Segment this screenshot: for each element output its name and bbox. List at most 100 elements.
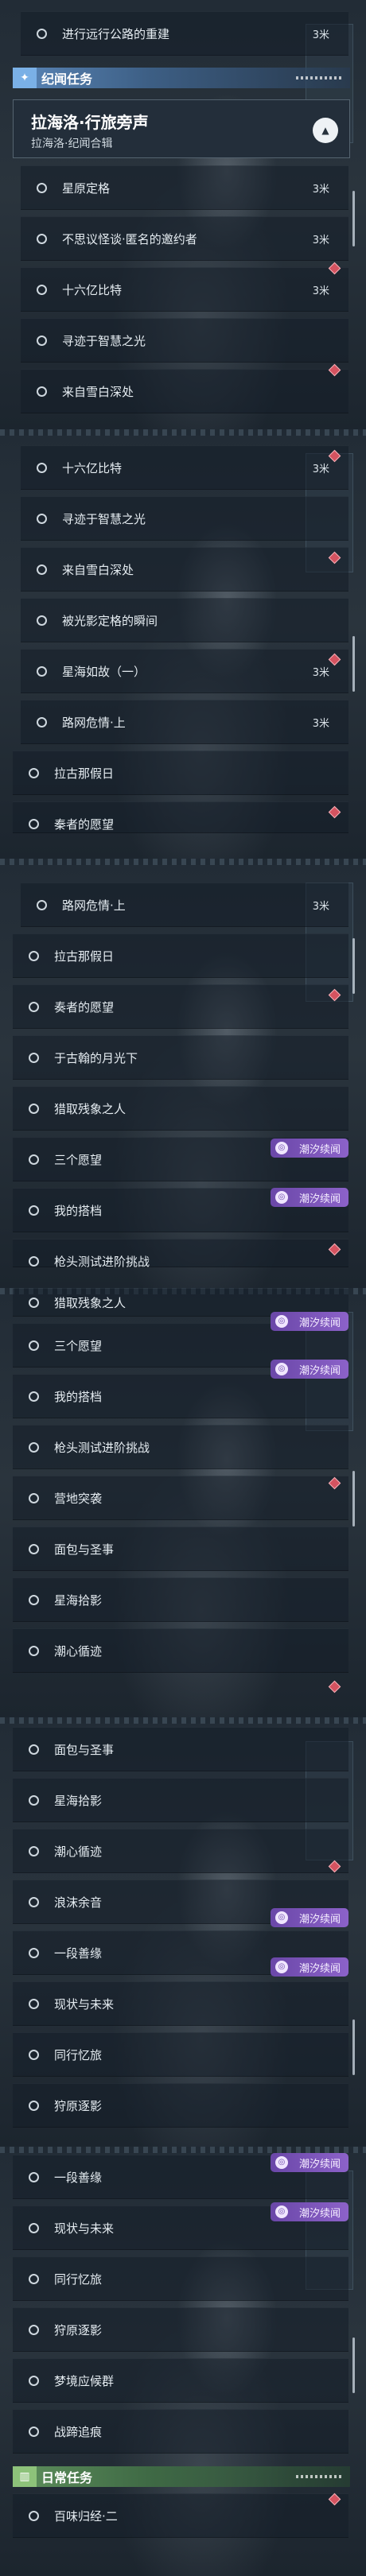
radio-circle-icon: [37, 29, 47, 39]
quest-item[interactable]: 被光影定格的瞬间: [21, 598, 348, 642]
quest-item[interactable]: 百味归经·二: [13, 2493, 348, 2538]
quest-item[interactable]: 潮心循迹: [13, 1628, 348, 1673]
radio-circle-icon: [29, 768, 39, 778]
quest-panel-strip-5: 面包与圣事 星海拾影 潮心循迹 浪沫余音 一段善缘 现状与未来 同行忆旅 狩原逐…: [0, 1717, 366, 2147]
quest-item[interactable]: 星原定格 3米: [21, 165, 348, 210]
quest-item[interactable]: 来自雪白深处: [21, 369, 348, 413]
quest-item[interactable]: 枪头测试进阶挑战: [13, 1239, 348, 1269]
tide-icon: ◎: [275, 2156, 288, 2169]
radio-circle-icon: [29, 1205, 39, 1216]
radio-circle-icon: [37, 463, 47, 473]
radio-circle-icon: [29, 1544, 39, 1554]
quest-item[interactable]: 猎取残象之人: [13, 1086, 348, 1131]
quest-item[interactable]: 梦境应候群: [13, 2358, 348, 2403]
quest-item[interactable]: 来自雪白深处: [21, 547, 348, 592]
scroll-indicator[interactable]: [352, 636, 355, 692]
quest-item[interactable]: 同行忆旅: [13, 2256, 348, 2301]
quest-item[interactable]: 寻迹于智慧之光: [21, 318, 348, 363]
radio-circle-icon: [29, 1391, 39, 1402]
radio-circle-icon: [29, 1897, 39, 1907]
quest-item[interactable]: 同行忆旅: [13, 2032, 348, 2077]
quest-item[interactable]: 星海拾影: [13, 1778, 348, 1822]
radio-circle-icon: [37, 336, 47, 346]
quest-item[interactable]: 狩原逐影: [13, 2307, 348, 2352]
scroll-indicator[interactable]: [352, 2019, 355, 2075]
quest-item[interactable]: 枪头测试进阶挑战: [13, 1425, 348, 1469]
quest-item[interactable]: 十六亿比特 3米: [21, 445, 348, 490]
radio-circle-icon: [29, 1493, 39, 1503]
tide-badge: ◎ 潮汐续闻: [271, 1957, 348, 1977]
radio-circle-icon: [37, 514, 47, 524]
radio-circle-icon: [37, 183, 47, 193]
radio-circle-icon: [29, 2427, 39, 2437]
quest-item[interactable]: 星海拾影: [13, 1577, 348, 1622]
scroll-indicator[interactable]: [352, 191, 355, 246]
tide-icon: ◎: [275, 1363, 288, 1375]
tide-icon: ◎: [275, 2206, 288, 2218]
tide-badge: ◎ 潮汐续闻: [271, 1188, 348, 1207]
radio-circle-icon: [37, 615, 47, 626]
radio-circle-icon: [29, 951, 39, 961]
scroll-indicator[interactable]: [352, 1471, 355, 1527]
quest-item[interactable]: 路网危情·上 3米: [21, 883, 348, 927]
section-header-lore[interactable]: ✦ 纪闻任务: [13, 68, 350, 88]
tide-icon: ◎: [275, 1961, 288, 1973]
quest-item[interactable]: 寻迹于智慧之光: [21, 496, 348, 541]
radio-circle-icon: [29, 2101, 39, 2111]
radio-circle-icon: [29, 1053, 39, 1063]
sparkle-icon: ✦: [13, 68, 37, 88]
quest-item[interactable]: 面包与圣事: [13, 1727, 348, 1771]
quest-item[interactable]: 营地突袭: [13, 1476, 348, 1520]
quest-panel-strip-3: 路网危情·上 3米 拉古那假日 奏者的愿望 于古翰的月光下 猎取残象之人 三个愿…: [0, 859, 366, 1288]
tide-icon: ◎: [275, 1315, 288, 1328]
radio-circle-icon: [29, 1154, 39, 1165]
quest-item[interactable]: 我的搭档: [13, 1374, 348, 1418]
radio-circle-icon: [29, 1744, 39, 1755]
radio-circle-icon: [37, 717, 47, 727]
quest-item[interactable]: 路网危情·上 3米: [21, 700, 348, 744]
radio-circle-icon: [29, 1999, 39, 2009]
tide-icon: ◎: [275, 1911, 288, 1924]
quest-panel-strip-2: 十六亿比特 3米 寻迹于智慧之光 来自雪白深处 被光影定格的瞬间 星海如故（一）…: [0, 429, 366, 859]
tide-badge: ◎ 潮汐续闻: [271, 1360, 348, 1379]
radio-circle-icon: [29, 1104, 39, 1114]
radio-circle-icon: [29, 2223, 39, 2233]
radio-circle-icon: [37, 285, 47, 295]
section-header-daily[interactable]: ▥ 日常任务: [13, 2466, 350, 2487]
quest-item[interactable]: 现状与未来: [13, 1981, 348, 2026]
quest-panel-strip-1: 进行远行公路的重建 3米 ✦ 纪闻任务 拉海洛·行旅旁声 拉海洛·纪闻合辑 ▲ …: [0, 0, 366, 429]
quest-item[interactable]: 星海如故（一） 3米: [21, 649, 348, 693]
radio-circle-icon: [29, 2172, 39, 2182]
quest-item[interactable]: 奏者的愿望: [13, 984, 348, 1029]
radio-circle-icon: [29, 2274, 39, 2284]
quest-item[interactable]: 拉古那假日: [13, 933, 348, 978]
radio-circle-icon: [29, 1002, 39, 1012]
radio-circle-icon: [29, 1298, 39, 1308]
quest-item[interactable]: 狩原逐影: [13, 2083, 348, 2128]
quest-panel-strip-6: 一段善缘 现状与未来 同行忆旅 狩原逐影 梦境应候群 战蹄追痕 ▥ 日常任务 百…: [0, 2147, 366, 2576]
radio-circle-icon: [29, 2050, 39, 2060]
radio-circle-icon: [37, 564, 47, 575]
quest-item[interactable]: 不思议怪谈·匿名的邀约者 3米: [21, 216, 348, 261]
diamond-marker-icon: [328, 1680, 341, 1693]
radio-circle-icon: [37, 386, 47, 397]
radio-circle-icon: [37, 234, 47, 244]
book-icon: ▥: [13, 2466, 37, 2487]
quest-chain-card[interactable]: 拉海洛·行旅旁声 拉海洛·纪闻合辑 ▲: [13, 99, 350, 158]
tide-icon: ◎: [275, 1191, 288, 1204]
quest-item[interactable]: 进行远行公路的重建 3米: [21, 11, 348, 56]
quest-item[interactable]: 面包与圣事: [13, 1527, 348, 1571]
quest-item[interactable]: 潮心循迹: [13, 1829, 348, 1873]
radio-circle-icon: [29, 2511, 39, 2521]
quest-item[interactable]: 十六亿比特 3米: [21, 267, 348, 312]
tide-badge: ◎ 潮汐续闻: [271, 2202, 348, 2221]
scroll-indicator[interactable]: [352, 2337, 355, 2393]
quest-item[interactable]: 于古翰的月光下: [13, 1035, 348, 1080]
quest-item[interactable]: 拉古那假日: [13, 751, 348, 795]
quest-item[interactable]: 战蹄追痕: [13, 2409, 348, 2454]
radio-circle-icon: [29, 2376, 39, 2386]
scroll-indicator[interactable]: [352, 938, 355, 994]
radio-circle-icon: [29, 1646, 39, 1656]
chevron-up-icon[interactable]: ▲: [313, 118, 338, 143]
quest-item[interactable]: 秦者的愿望: [13, 801, 348, 833]
